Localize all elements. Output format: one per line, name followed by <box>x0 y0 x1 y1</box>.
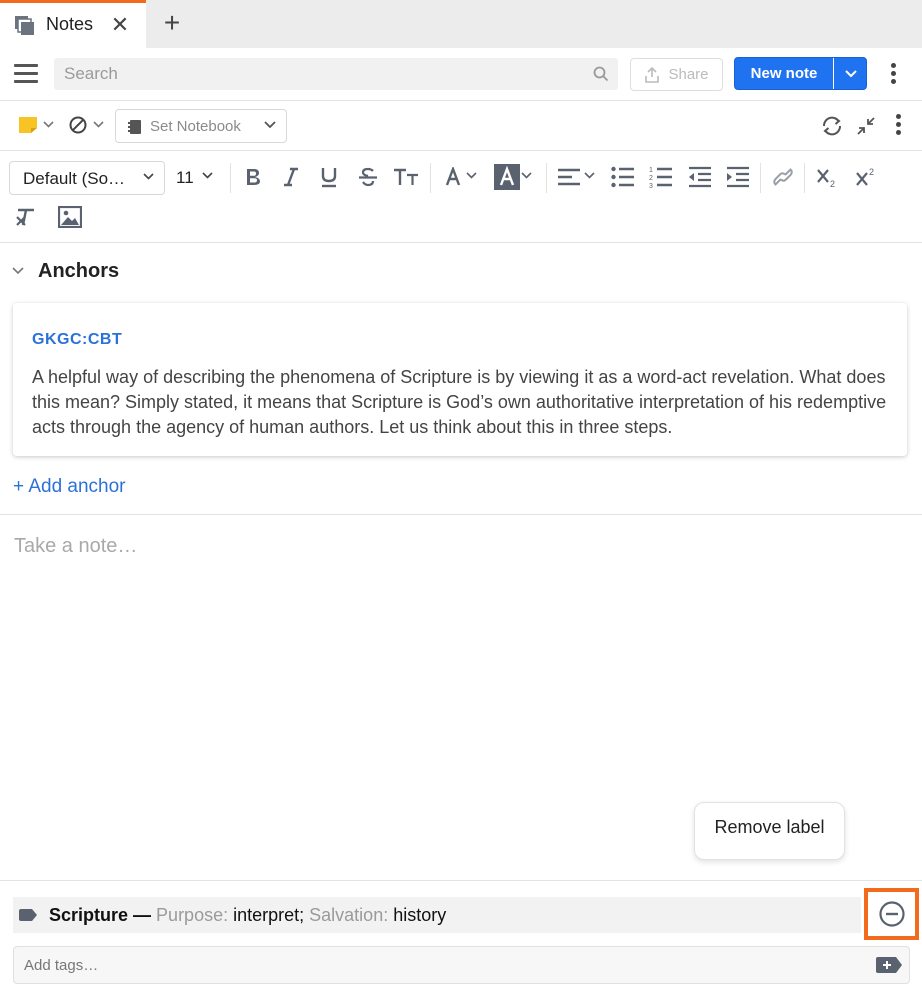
chevron-down-icon[interactable] <box>202 172 213 179</box>
anchor-card[interactable]: GKGC:CBT A helpful way of describing the… <box>13 303 907 456</box>
notebook-icon <box>128 120 141 134</box>
svg-text:2: 2 <box>830 179 835 188</box>
chevron-down-icon[interactable] <box>521 172 532 179</box>
new-note-dropdown[interactable] <box>834 58 867 89</box>
anchor-text: A helpful way of describing the phenomen… <box>32 367 887 437</box>
set-notebook-button[interactable]: Set Notebook <box>115 109 287 143</box>
more-options-icon[interactable] <box>891 63 897 85</box>
label-separator: — <box>128 905 157 925</box>
remove-label-button[interactable] <box>864 888 919 940</box>
svg-text:2: 2 <box>869 167 874 177</box>
label-value-separator: ; <box>299 905 310 925</box>
label-value-purpose: interpret <box>228 905 300 925</box>
font-size-value[interactable]: 11 <box>176 168 194 188</box>
subscript-icon[interactable]: 2 <box>813 162 843 192</box>
header: Share New note <box>0 48 922 101</box>
anchor-reference[interactable]: GKGC:CBT <box>32 331 122 349</box>
tab-label: Notes <box>46 14 94 34</box>
note-toolbar: Set Notebook <box>0 101 922 151</box>
share-label: Share <box>668 66 709 83</box>
strikethrough-icon[interactable] <box>353 162 383 192</box>
toolbar-divider <box>230 163 231 193</box>
label-icon <box>19 909 37 921</box>
svg-text:1: 1 <box>649 167 653 174</box>
notes-icon <box>15 16 34 35</box>
bold-icon[interactable] <box>238 162 268 192</box>
chevron-down-icon[interactable] <box>584 172 595 179</box>
text-size-icon[interactable] <box>391 162 421 192</box>
svg-text:2: 2 <box>649 175 653 182</box>
font-color-icon[interactable] <box>438 162 468 192</box>
label-value-salvation: history <box>388 905 447 925</box>
toolbar-divider <box>430 163 431 193</box>
toolbar-divider <box>760 163 761 193</box>
collapse-icon[interactable] <box>856 116 876 136</box>
tags-field <box>13 946 910 984</box>
chevron-down-icon[interactable] <box>12 267 24 275</box>
italic-icon[interactable] <box>276 162 306 192</box>
underline-icon[interactable] <box>314 162 344 192</box>
add-anchor-link[interactable]: + Add anchor <box>13 476 126 498</box>
indent-icon[interactable] <box>723 162 753 192</box>
no-color-icon[interactable] <box>68 115 88 135</box>
anchors-title: Anchors <box>38 260 120 282</box>
image-icon[interactable] <box>55 202 85 232</box>
format-toolbar: Default (So… 11 123 2 2 <box>0 151 922 243</box>
remove-circle-icon <box>878 901 905 927</box>
new-note-button: New note <box>734 57 867 90</box>
tab-notes[interactable]: Notes ✕ <box>0 0 146 48</box>
search-box <box>54 58 618 90</box>
svg-text:3: 3 <box>649 183 653 189</box>
tags-input[interactable] <box>14 947 854 983</box>
outdent-icon[interactable] <box>685 162 715 192</box>
clear-format-icon[interactable] <box>11 202 41 232</box>
add-tab-icon[interactable]: + <box>158 8 186 38</box>
add-tag-icon[interactable] <box>875 956 903 974</box>
label-key-salvation: Salvation: <box>309 905 389 925</box>
label-key-purpose: Purpose: <box>156 905 229 925</box>
note-editor-placeholder[interactable]: Take a note… <box>14 535 137 558</box>
close-icon[interactable]: ✕ <box>109 12 131 38</box>
note-options-icon[interactable] <box>896 114 902 136</box>
highlight-color-icon[interactable] <box>492 162 522 192</box>
label-content: Scripture — Purpose: interpret; Salvatio… <box>49 905 446 926</box>
align-icon[interactable] <box>554 162 584 192</box>
label-row[interactable]: Scripture — Purpose: interpret; Salvatio… <box>13 897 861 933</box>
menu-icon[interactable] <box>14 64 38 84</box>
font-family-value: Default (So… <box>23 169 126 188</box>
toolbar-divider <box>804 163 805 193</box>
tab-bar: Notes ✕ + <box>0 0 922 48</box>
remove-label-tooltip: Remove label <box>694 802 845 860</box>
sticky-note-icon[interactable] <box>18 116 38 134</box>
section-divider <box>0 514 922 515</box>
superscript-icon[interactable]: 2 <box>852 162 882 192</box>
bullet-list-icon[interactable] <box>608 162 638 192</box>
chevron-down-icon[interactable] <box>466 172 477 179</box>
section-divider <box>0 880 922 881</box>
tooltip-text: Remove label <box>714 816 825 837</box>
search-icon[interactable] <box>592 65 610 83</box>
link-icon[interactable] <box>768 162 798 192</box>
new-note-label[interactable]: New note <box>735 58 834 89</box>
chevron-down-icon <box>844 69 857 77</box>
set-notebook-label: Set Notebook <box>150 118 241 135</box>
share-icon <box>645 66 660 83</box>
chevron-down-icon <box>264 121 276 129</box>
search-input[interactable] <box>54 58 574 90</box>
sync-icon[interactable] <box>820 114 844 138</box>
chevron-down-icon[interactable] <box>93 121 104 128</box>
toolbar-divider <box>546 163 547 193</box>
chevron-down-icon[interactable] <box>43 121 54 128</box>
share-button[interactable]: Share <box>630 58 723 91</box>
label-name: Scripture <box>49 905 129 925</box>
chevron-down-icon <box>143 173 154 180</box>
font-family-select[interactable]: Default (So… <box>9 161 165 195</box>
numbered-list-icon[interactable]: 123 <box>646 162 676 192</box>
